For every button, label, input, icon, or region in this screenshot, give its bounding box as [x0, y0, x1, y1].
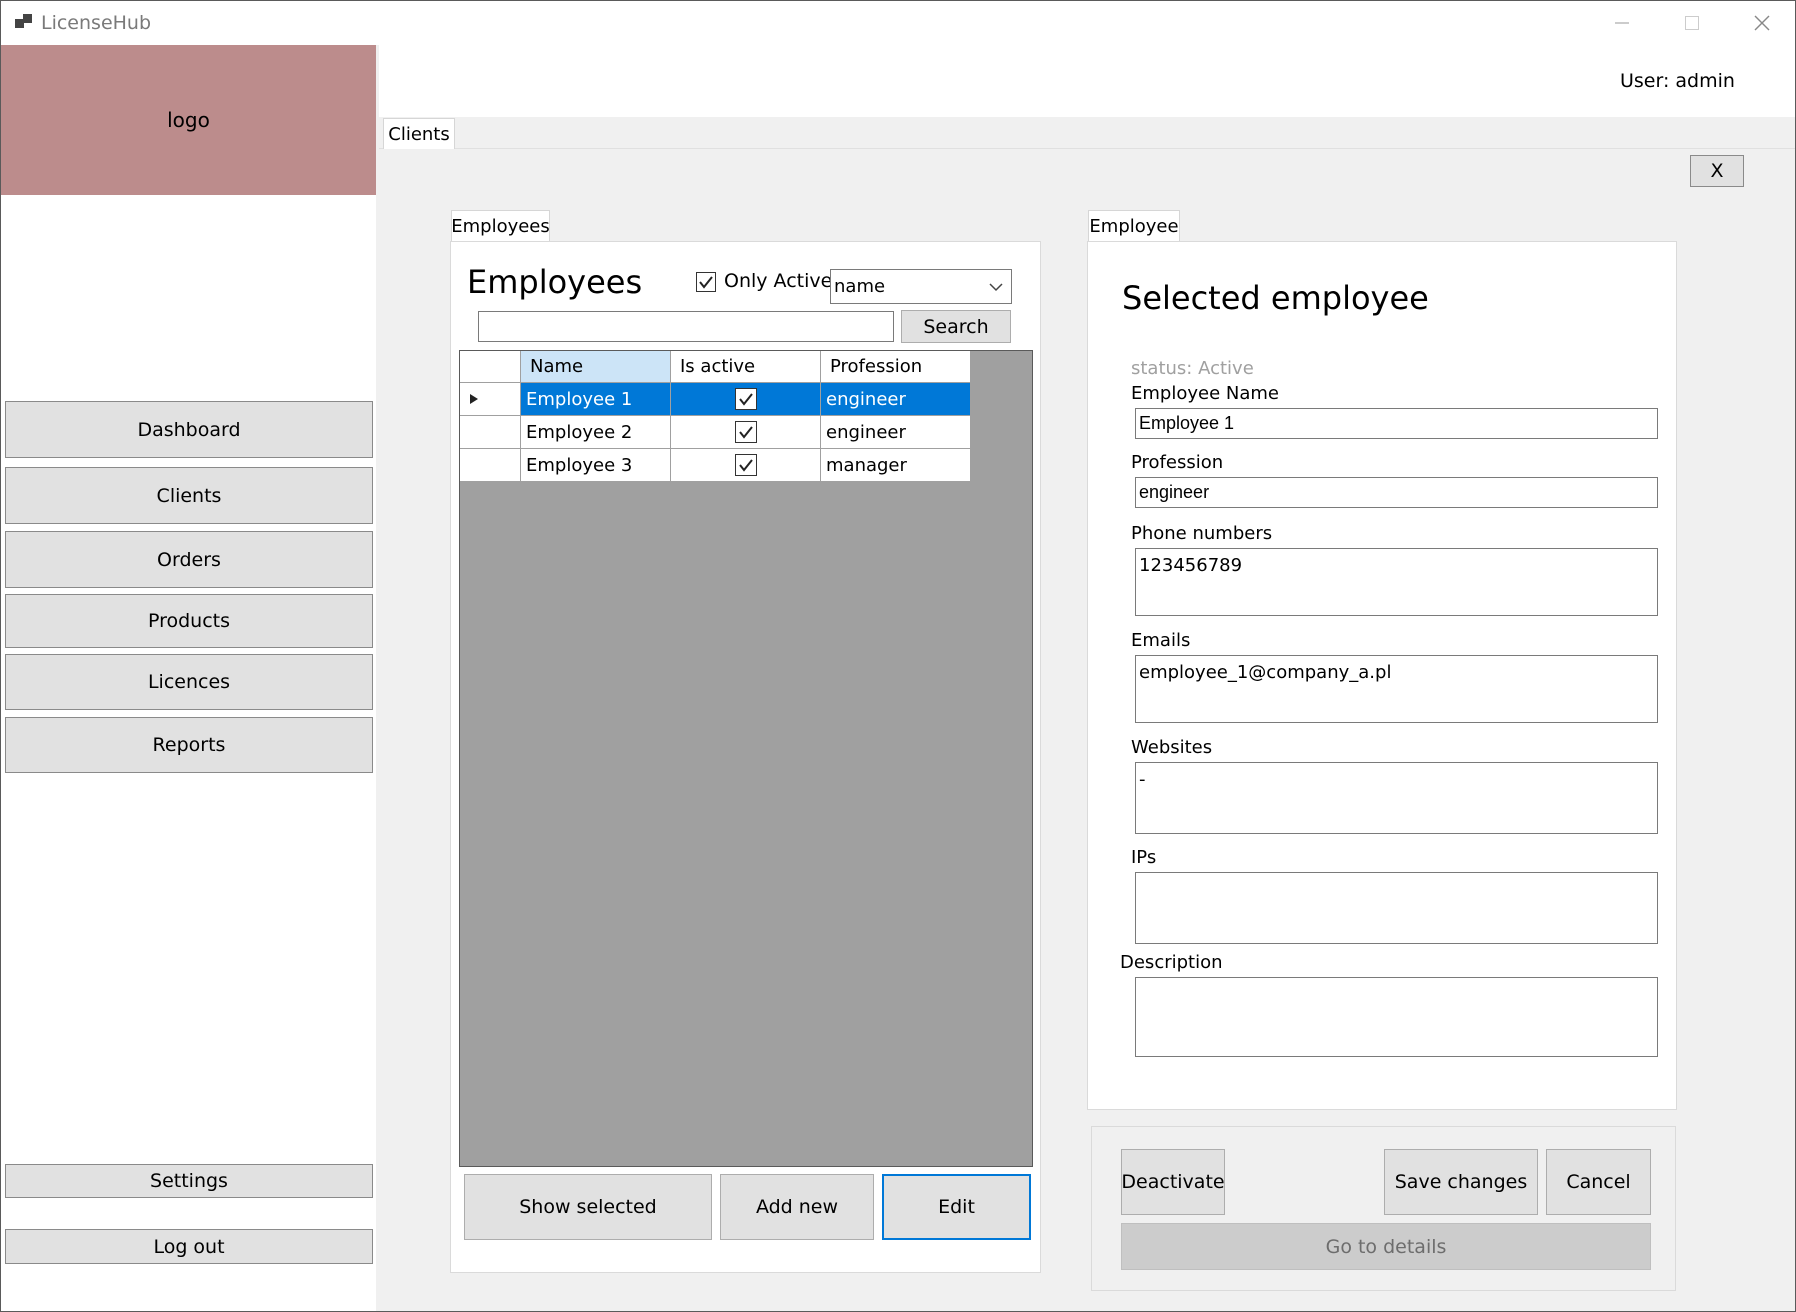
table-cell-name[interactable]: Employee 3: [521, 449, 671, 482]
phone-numbers-label: Phone numbers: [1131, 523, 1273, 544]
tab-employee[interactable]: Employee: [1088, 210, 1180, 242]
window-title: LicenseHub: [41, 12, 152, 34]
emails-field[interactable]: employee_1@company_a.pl: [1135, 655, 1658, 723]
current-row-arrow-icon: [470, 394, 478, 404]
title-bar: LicenseHub: [1, 1, 1795, 45]
chevron-down-icon: [989, 283, 1003, 292]
nav-products-button[interactable]: Products: [5, 594, 373, 648]
employee-name-label: Employee Name: [1131, 383, 1279, 404]
selected-employee-heading: Selected employee: [1122, 279, 1429, 317]
maximize-icon: [1685, 16, 1699, 30]
show-selected-button[interactable]: Show selected: [464, 1174, 712, 1240]
active-checkbox[interactable]: [734, 454, 757, 476]
websites-label: Websites: [1131, 737, 1213, 758]
sort-field-select[interactable]: name: [830, 269, 1012, 304]
emails-label: Emails: [1131, 630, 1191, 651]
active-checkbox[interactable]: [734, 388, 757, 410]
check-icon: [699, 276, 713, 289]
profession-field[interactable]: [1135, 477, 1658, 508]
description-field[interactable]: [1135, 977, 1658, 1057]
user-label: User: admin: [1620, 70, 1735, 92]
go-to-details-button[interactable]: Go to details: [1121, 1223, 1651, 1270]
websites-field[interactable]: -: [1135, 762, 1658, 834]
table-cell-name[interactable]: Employee 2: [521, 416, 671, 449]
active-checkbox[interactable]: [734, 421, 757, 443]
check-icon: [738, 426, 753, 439]
sort-field-value: name: [834, 276, 886, 297]
tab-employees[interactable]: Employees: [451, 210, 550, 242]
row-header[interactable]: [460, 383, 521, 416]
table-cell-active[interactable]: [671, 449, 821, 482]
employees-grid[interactable]: Name Is active Profession Employee 1 eng…: [459, 350, 1033, 1167]
minimize-button[interactable]: [1587, 1, 1657, 45]
nav-reports-button[interactable]: Reports: [5, 717, 373, 773]
logout-button[interactable]: Log out: [5, 1229, 373, 1264]
tab-clients[interactable]: Clients: [383, 118, 455, 150]
ips-label: IPs: [1131, 847, 1157, 868]
check-icon: [738, 459, 753, 472]
only-active-checkbox[interactable]: [696, 272, 716, 292]
search-input[interactable]: [478, 311, 894, 342]
row-header[interactable]: [460, 416, 521, 449]
description-label: Description: [1120, 952, 1223, 973]
ips-field[interactable]: [1135, 872, 1658, 944]
search-button[interactable]: Search: [901, 310, 1011, 343]
app-icon: [15, 14, 32, 28]
column-header-name[interactable]: Name: [521, 351, 671, 383]
logo: logo: [1, 45, 376, 195]
table-cell-name[interactable]: Employee 1: [521, 383, 671, 416]
nav-dashboard-button[interactable]: Dashboard: [5, 401, 373, 458]
settings-button[interactable]: Settings: [5, 1164, 373, 1198]
nav-orders-button[interactable]: Orders: [5, 531, 373, 588]
table-cell-active[interactable]: [671, 383, 821, 416]
grid-corner-header: [460, 351, 521, 383]
status-label: status: Active: [1131, 358, 1254, 379]
column-header-is-active[interactable]: Is active: [671, 351, 821, 383]
phone-numbers-field[interactable]: 123456789: [1135, 548, 1658, 616]
close-icon: [1754, 15, 1770, 31]
close-tab-button[interactable]: X: [1690, 155, 1744, 187]
nav-licences-button[interactable]: Licences: [5, 654, 373, 710]
profession-label: Profession: [1131, 452, 1224, 473]
main-tab-strip: [379, 117, 1795, 149]
table-cell-profession[interactable]: engineer: [821, 383, 971, 416]
only-active-label: Only Active: [724, 270, 833, 292]
minimize-icon: [1615, 22, 1629, 24]
employees-heading: Employees: [467, 263, 643, 301]
check-icon: [738, 393, 753, 406]
maximize-button[interactable]: [1657, 1, 1727, 45]
table-cell-profession[interactable]: manager: [821, 449, 971, 482]
column-header-profession[interactable]: Profession: [821, 351, 971, 383]
table-cell-profession[interactable]: engineer: [821, 416, 971, 449]
deactivate-button[interactable]: Deactivate: [1121, 1149, 1225, 1215]
close-window-button[interactable]: [1727, 1, 1796, 45]
add-new-button[interactable]: Add new: [720, 1174, 874, 1240]
edit-button[interactable]: Edit: [882, 1174, 1031, 1240]
row-header[interactable]: [460, 449, 521, 482]
save-changes-button[interactable]: Save changes: [1384, 1149, 1538, 1215]
table-cell-active[interactable]: [671, 416, 821, 449]
nav-clients-button[interactable]: Clients: [5, 467, 373, 524]
cancel-button[interactable]: Cancel: [1546, 1149, 1651, 1215]
employee-name-field[interactable]: [1135, 408, 1658, 439]
